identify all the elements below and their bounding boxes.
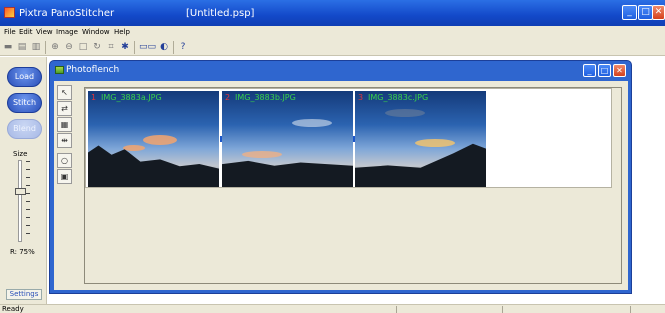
status-text: Ready — [2, 305, 24, 313]
left-panel: Load Stitch Blend Size R: 75% Settings — [0, 57, 47, 305]
ratio-readout: R: 75% — [10, 248, 35, 256]
layers-icon[interactable]: ▣ — [57, 169, 72, 184]
mountain-silhouette — [355, 143, 486, 187]
cloud-shape — [415, 139, 455, 147]
blend-button[interactable]: Blend — [7, 119, 42, 139]
status-cell — [502, 306, 602, 313]
document-title: [Untitled.psp] — [186, 8, 255, 19]
size-slider-ticks — [26, 161, 30, 241]
load-button[interactable]: Load — [7, 67, 42, 87]
menu-help[interactable]: Help — [114, 28, 130, 36]
circle-select-icon[interactable]: ○ — [57, 153, 72, 168]
mountain-silhouette — [88, 145, 219, 187]
print-icon[interactable]: ▤ — [17, 42, 27, 52]
menu-view[interactable]: View — [36, 28, 53, 36]
image-thumbnail[interactable]: 3 IMG_3883c.JPG — [355, 91, 486, 187]
toolbar-separator — [45, 41, 46, 54]
toolbar-separator — [173, 41, 174, 54]
cloud-shape — [242, 151, 282, 158]
menu-edit[interactable]: Edit — [19, 28, 33, 36]
menu-file[interactable]: File — [4, 28, 16, 36]
inner-maximize-button[interactable]: □ — [598, 64, 611, 77]
zoom-in-icon[interactable]: ⊕ — [50, 42, 60, 52]
stitch-button[interactable]: Stitch — [7, 93, 42, 113]
image-filename: IMG_3883c.JPG — [368, 93, 429, 102]
photoflench-window: Photoflench _ □ ✕ ↖ ⇄ ▦ ⇹ ○ ▣ 1 IMG_3883… — [49, 60, 632, 294]
align-icon[interactable]: ▦ — [57, 117, 72, 132]
link-icon[interactable]: ⇹ — [57, 133, 72, 148]
settings-icon[interactable]: ✱ — [120, 42, 130, 52]
image-number: 1 — [91, 93, 97, 102]
cloud-shape — [123, 145, 145, 151]
pointer-icon[interactable]: ↖ — [57, 85, 72, 100]
cloud-shape — [292, 119, 332, 127]
menu-image[interactable]: Image — [56, 28, 78, 36]
print-preview-icon[interactable]: ▥ — [31, 42, 41, 52]
maximize-button[interactable]: □ — [638, 5, 653, 20]
image-filename: IMG_3883a.JPG — [101, 93, 162, 102]
toolbar: ▬ ▤ ▥ ⊕ ⊖ □ ↻ ⌗ ✱ ▭▭ ◐ ? — [0, 39, 665, 56]
cloud-shape — [143, 135, 177, 145]
photoflench-window-icon — [55, 66, 64, 74]
crop-icon[interactable]: ⌗ — [106, 42, 116, 52]
size-label: Size — [13, 150, 28, 158]
status-cell — [630, 306, 664, 313]
cloud-shape — [385, 109, 425, 117]
photoflench-window-title: Photoflench — [66, 65, 120, 75]
stitch-canvas[interactable]: 1 IMG_3883a.JPG 2 IMG_3883b.JPG 3 IMG_38… — [84, 87, 622, 284]
image-filename: IMG_3883b.JPG — [235, 93, 296, 102]
image-number: 3 — [358, 93, 364, 102]
status-bar: Ready — [0, 304, 665, 313]
size-slider-thumb[interactable] — [15, 188, 26, 195]
mountain-silhouette — [222, 160, 353, 187]
image-number: 2 — [225, 93, 231, 102]
status-cell — [396, 306, 496, 313]
main-titlebar: Pixtra PanoStitcher [Untitled.psp] _ □ ✕ — [0, 0, 665, 26]
toolbar-separator — [134, 41, 135, 54]
app-logo-icon — [4, 7, 15, 18]
size-slider-track[interactable] — [18, 160, 22, 242]
minimize-button[interactable]: _ — [622, 5, 637, 20]
image-thumbnail[interactable]: 2 IMG_3883b.JPG — [222, 91, 353, 187]
save-icon[interactable]: ▬ — [3, 42, 13, 52]
fit-icon[interactable]: □ — [78, 42, 88, 52]
stitch-icon[interactable]: ▭▭ — [139, 42, 156, 52]
inner-minimize-button[interactable]: _ — [583, 64, 596, 77]
menu-bar: File Edit View Image Window Help — [0, 26, 665, 39]
image-thumbnail[interactable]: 1 IMG_3883a.JPG — [88, 91, 219, 187]
app-title: Pixtra PanoStitcher — [19, 8, 115, 19]
photoflench-window-body: ↖ ⇄ ▦ ⇹ ○ ▣ 1 IMG_3883a.JPG 2 IMG_3883b.… — [54, 81, 628, 290]
zoom-out-icon[interactable]: ⊖ — [64, 42, 74, 52]
close-button[interactable]: ✕ — [652, 5, 665, 20]
move-image-icon[interactable]: ⇄ — [57, 101, 72, 116]
rotate-icon[interactable]: ↻ — [92, 42, 102, 52]
blend-icon[interactable]: ◐ — [159, 42, 169, 52]
settings-tab[interactable]: Settings — [6, 289, 42, 300]
menu-window[interactable]: Window — [82, 28, 110, 36]
image-strip: 1 IMG_3883a.JPG 2 IMG_3883b.JPG 3 IMG_38… — [85, 88, 612, 188]
inner-close-button[interactable]: ✕ — [613, 64, 626, 77]
help-icon[interactable]: ? — [178, 42, 188, 52]
